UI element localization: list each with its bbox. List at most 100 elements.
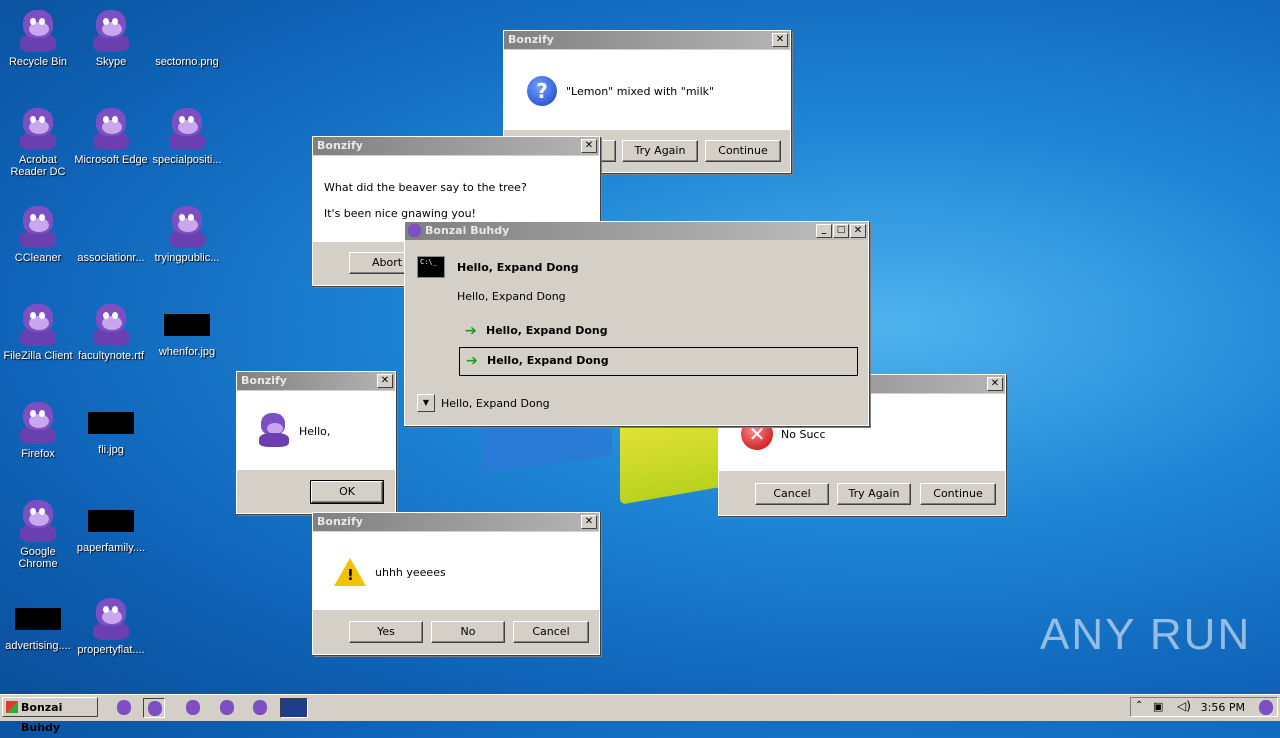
try-again-button[interactable]: Try Again [622,140,698,162]
try-again-button[interactable]: Try Again [837,483,911,505]
dialog-title: Bonzai Buhdy [425,224,510,237]
desktop-icon-label: propertyflat.... [77,644,145,656]
close-button[interactable]: ✕ [987,377,1003,391]
dialog-uhhh-titlebar[interactable]: Bonzify ✕ [313,513,599,531]
bonzi-icon [17,6,59,52]
desktop-icon[interactable]: facultynote.rtf [73,300,149,362]
desktop-icon[interactable]: Firefox [0,398,76,460]
continue-button[interactable]: Continue [920,483,996,505]
buhdy-subtext: Hello, Expand Dong [457,290,566,303]
minimize-button[interactable]: _ [816,224,832,238]
start-button[interactable]: Bonzai Buhdy [2,697,98,734]
close-button[interactable]: ✕ [581,515,597,529]
desktop-icon-label: tryingpublic... [154,252,220,264]
desktop-icon[interactable]: propertyflat.... [73,594,149,656]
yes-button[interactable]: Yes [349,621,423,643]
bonzi-icon [90,300,132,346]
dialog-message: uhhh yeeees [375,566,446,579]
desktop-icon[interactable]: whenfor.jpg [149,300,225,358]
taskbar-bonzi-icon[interactable] [216,698,238,718]
desktop-icon[interactable]: advertising.... [0,594,76,652]
system-tray: ⌃ ▣ ◁) 3:56 PM [1130,697,1278,717]
clock[interactable]: 3:56 PM [1201,701,1245,714]
dialog-line-1: What did the beaver say to the tree? [324,181,527,194]
cancel-button[interactable]: Cancel [513,621,589,643]
desktop-icon-label: associationr... [77,252,145,264]
start-label: Bonzai Buhdy [21,701,63,734]
dialog-hello: Bonzify ✕ Hello, OK [236,371,396,514]
desktop-icon[interactable]: sectorno.png [149,6,225,68]
dialog-lemon-body: ? "Lemon" mixed with "milk" [504,50,790,130]
close-button[interactable]: ✕ [581,139,597,153]
desktop-icon[interactable]: associationr... [73,202,149,264]
network-icon[interactable]: ▣ [1153,700,1163,713]
close-button[interactable]: ✕ [377,374,393,388]
desktop-icon-label: Skype [95,56,127,68]
desktop-icon[interactable]: fli.jpg [73,398,149,456]
desktop-icon[interactable]: Microsoft Edge [73,104,149,166]
desktop-icon-label: whenfor.jpg [158,346,216,358]
no-button[interactable]: No [431,621,505,643]
taskbar-app-icon[interactable] [280,698,308,718]
bonzi-icon [90,104,132,150]
maximize-button[interactable]: □ [833,224,849,238]
desktop-icon-label: specialpositi... [152,154,222,166]
dialog-message: No Succ [781,428,826,441]
expand-details-label: Hello, Expand Dong [441,397,550,410]
bonzi-icon [17,496,59,542]
desktop-icon-label: paperfamily.... [76,542,146,554]
taskbar-bonzi-icon[interactable] [143,698,165,718]
bonzi-icon [17,104,59,150]
command-link-1[interactable]: ➔ Hello, Expand Dong [459,318,857,344]
desktop-icon-label: fli.jpg [98,444,124,456]
cancel-button[interactable]: Cancel [755,483,829,505]
image-thumbnail-icon [15,608,61,630]
image-thumbnail-icon [88,510,134,532]
desktop-icon-label: Microsoft Edge [74,154,148,166]
expand-details-button[interactable]: ▼ [417,394,435,412]
desktop-icon-label: advertising.... [5,640,71,652]
bonzi-tray-icon[interactable] [1259,700,1273,715]
desktop-icon[interactable]: Recycle Bin [0,6,76,68]
tray-chevron-icon[interactable]: ⌃ [1135,700,1143,711]
taskbar-bonzi-icon[interactable] [113,698,135,718]
taskbar: Bonzai Buhdy ⌃ ▣ ◁) 3:56 PM [0,694,1280,734]
blank-file-icon [166,6,208,52]
bonzi-icon [17,398,59,444]
dialog-lemon-titlebar[interactable]: Bonzify ✕ [504,31,790,49]
dialog-beaver-titlebar[interactable]: Bonzify ✕ [313,137,599,155]
dialog-buhdy-titlebar[interactable]: Bonzai Buhdy _ □ ✕ [405,222,868,240]
taskbar-bonzi-icon[interactable] [249,698,271,718]
desktop-icon-label: Firefox [21,448,55,460]
taskbar-bonzi-icon[interactable] [182,698,204,718]
desktop-icon[interactable]: specialpositi... [149,104,225,166]
desktop-icon[interactable]: Google Chrome [0,496,76,570]
desktop-icon[interactable]: CCleaner [0,202,76,264]
command-link-label: Hello, Expand Dong [486,324,608,337]
question-icon: ? [527,76,557,106]
anyrun-watermark: ANY RUN [1040,610,1252,659]
command-link-2[interactable]: ➔ Hello, Expand Dong [459,347,858,376]
dialog-hello-titlebar[interactable]: Bonzify ✕ [237,372,395,390]
desktop-icon[interactable]: Acrobat Reader DC [0,104,76,178]
command-link-label: Hello, Expand Dong [487,354,609,367]
close-button[interactable]: ✕ [850,224,866,238]
desktop-icon[interactable]: tryingpublic... [149,202,225,264]
command-prompt-icon: C:\_ [417,256,445,278]
blank-file-icon [90,202,132,248]
warning-icon: ! [334,558,366,586]
continue-button[interactable]: Continue [705,140,781,162]
volume-icon[interactable]: ◁) [1177,699,1191,713]
dialog-message: "Lemon" mixed with "milk" [566,85,715,98]
desktop-icon[interactable]: FileZilla Client [0,300,76,362]
desktop-icon[interactable]: paperfamily.... [73,496,149,554]
ok-button[interactable]: OK [310,480,384,504]
desktop-icon-label: Acrobat Reader DC [10,154,66,178]
desktop-icon-label: sectorno.png [155,56,219,68]
close-button[interactable]: ✕ [772,33,788,47]
app-icon [408,224,421,237]
bonzi-icon [17,300,59,346]
desktop-icon[interactable]: Skype [73,6,149,68]
start-logo-icon [6,701,18,713]
bonzi-icon [17,202,59,248]
